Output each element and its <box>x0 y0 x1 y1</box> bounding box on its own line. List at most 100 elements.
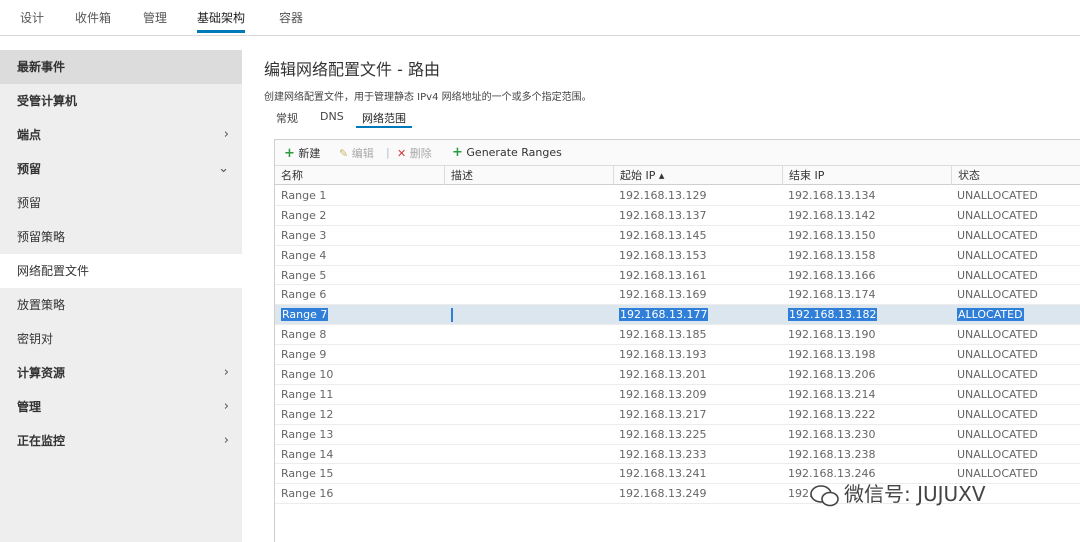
sidebar-item-reservations[interactable]: 预留 ⌄ <box>0 152 242 186</box>
tab-dns[interactable]: DNS <box>320 110 344 128</box>
sidebar-item-label: 最新事件 <box>17 60 66 74</box>
sidebar-item-endpoints[interactable]: 端点 › <box>0 118 242 152</box>
table-row[interactable]: Range 7 192.168.13.177 192.168.13.182 ALLOC… <box>275 305 1080 326</box>
tab-admin[interactable]: 管理 <box>143 9 167 33</box>
page-title: 编辑网络配置文件 - 路由 <box>264 60 440 79</box>
sidebar-item-reservation[interactable]: 预留 <box>0 186 242 220</box>
table-row[interactable]: Range 10 192.168.13.201 192.168.13.206 UNAL… <box>275 365 1080 385</box>
table-row[interactable]: Range 12 192.168.13.217 192.168.13.222 UNAL… <box>275 405 1080 425</box>
cell-name: Range 3 <box>281 228 327 242</box>
cell-description <box>444 405 450 424</box>
cell-name: Range 10 <box>281 368 334 382</box>
sidebar-item-label: 网络配置文件 <box>17 264 90 278</box>
tab-general[interactable]: 常规 <box>276 110 298 128</box>
cell-status: UNALLOCATED <box>957 189 1038 202</box>
sidebar-item-network-profiles[interactable]: 网络配置文件 <box>0 254 242 288</box>
cell-status: UNALLOCATED <box>957 407 1038 421</box>
cell-status: UNALLOCATED <box>957 288 1038 302</box>
cell-end-ip: 192.168.13.190 <box>788 328 876 342</box>
cell-start-ip: 192.168.13.153 <box>619 248 707 262</box>
generate-ranges-button[interactable]: + Generate Ranges <box>452 145 562 160</box>
sidebar-item-label: 管理 <box>17 400 42 414</box>
tab-containers[interactable]: 容器 <box>279 9 303 33</box>
cell-name: Range 7 <box>281 308 329 322</box>
chevron-right-icon: › <box>223 127 229 142</box>
column-header-description[interactable]: 描述 <box>444 166 613 185</box>
sidebar-item-managed-machines[interactable]: 受管计算机 <box>0 84 242 118</box>
sidebar-item-monitoring[interactable]: 正在监控 › <box>0 424 242 458</box>
delete-button[interactable]: ✕ 删除 <box>397 145 432 161</box>
cell-end-ip: 192.168.13.134 <box>788 189 876 202</box>
cell-status: UNALLOCATED <box>957 427 1038 441</box>
text-cursor <box>451 308 453 323</box>
sidebar-item-placement-policies[interactable]: 放置策略 <box>0 288 242 322</box>
sidebar-item-label: 计算资源 <box>17 366 66 380</box>
cell-description <box>444 484 450 503</box>
sidebar-item-recent-events[interactable]: 最新事件 <box>0 50 242 84</box>
column-header-start-ip[interactable]: 起始 IP ▴ <box>613 166 782 185</box>
new-button[interactable]: + 新建 <box>284 145 320 161</box>
plus-icon: + <box>452 145 463 160</box>
cell-end-ip: 192.168.13.230 <box>788 427 876 441</box>
chevron-right-icon: › <box>223 399 229 414</box>
cell-end-ip: 192.168.13.158 <box>788 248 876 262</box>
cell-description <box>444 285 450 304</box>
cell-description <box>444 425 450 444</box>
table-row[interactable]: Range 11 192.168.13.209 192.168.13.214 UNAL… <box>275 385 1080 405</box>
wechat-icon <box>810 484 839 506</box>
cell-end-ip: 192.168.13.150 <box>788 228 876 242</box>
sidebar-item-reservation-policies[interactable]: 预留策略 <box>0 220 242 254</box>
delete-button-label: 删除 <box>409 147 432 160</box>
grid-toolbar: + 新建 ✎ 编辑 | ✕ 删除 + Generate Ranges <box>275 140 1080 165</box>
sidebar-item-compute-resources[interactable]: 计算资源 › <box>0 356 242 390</box>
tab-design[interactable]: 设计 <box>20 9 44 33</box>
cell-name: Range 2 <box>281 208 327 222</box>
tab-inbox[interactable]: 收件箱 <box>75 9 111 33</box>
cell-name: Range 6 <box>281 288 327 302</box>
table-row[interactable]: Range 3 192.168.13.145 192.168.13.150 UNALL… <box>275 226 1080 246</box>
cell-description <box>444 226 450 245</box>
cell-start-ip: 192.168.13.249 <box>619 487 707 501</box>
cell-status: UNALLOCATED <box>957 248 1038 262</box>
cell-description <box>444 186 450 205</box>
top-nav: 设计 收件箱 管理 基础架构 容器 <box>0 0 1080 36</box>
cell-start-ip: 192.168.13.169 <box>619 288 707 302</box>
tab-infrastructure[interactable]: 基础架构 <box>197 9 246 33</box>
cell-status: UNALLOCATED <box>957 328 1038 342</box>
cell-description <box>444 305 450 324</box>
tab-network-ranges[interactable]: 网络范围 <box>356 110 412 128</box>
sidebar-item-label: 预留策略 <box>17 230 66 244</box>
sidebar-item-label: 放置策略 <box>17 298 66 312</box>
table-row[interactable]: Range 1 192.168.13.129 192.168.13.134 UNALL… <box>275 186 1080 206</box>
cell-end-ip: 192.168.13.238 <box>788 447 876 461</box>
grid-rows: Range 1 192.168.13.129 192.168.13.134 UNALL… <box>275 186 1080 505</box>
table-row[interactable]: Range 4 192.168.13.153 192.168.13.158 UNALL… <box>275 246 1080 266</box>
table-row[interactable]: Range 5 192.168.13.161 192.168.13.166 UNALL… <box>275 266 1080 286</box>
table-row[interactable]: Range 6 192.168.13.169 192.168.13.174 UNALL… <box>275 285 1080 306</box>
table-row[interactable]: Range 14 192.168.13.233 192.168.13.238 UNAL… <box>275 445 1080 465</box>
sidebar-item-management[interactable]: 管理 › <box>0 390 242 424</box>
watermark-text: 微信号: JUJUXV <box>844 482 986 506</box>
cell-start-ip: 192.168.13.177 <box>619 308 709 322</box>
sidebar-item-label: 正在监控 <box>17 434 66 448</box>
sidebar-item-label: 密钥对 <box>17 332 54 346</box>
cell-end-ip: 192.168.13.222 <box>788 407 876 421</box>
sidebar-item-label: 预留 <box>17 162 42 176</box>
sidebar-item-label: 端点 <box>17 128 42 142</box>
table-row[interactable]: Range 2 192.168.13.137 192.168.13.142 UNALL… <box>275 206 1080 226</box>
column-header-name[interactable]: 名称 <box>275 166 444 185</box>
cell-start-ip: 192.168.13.129 <box>619 189 707 202</box>
cell-start-ip: 192.168.13.233 <box>619 447 707 461</box>
table-row[interactable]: Range 9 192.168.13.193 192.168.13.198 UNALL… <box>275 345 1080 366</box>
cell-name: Range 11 <box>281 387 334 401</box>
column-header-end-ip[interactable]: 结束 IP <box>782 166 951 185</box>
cell-description <box>444 345 450 364</box>
grid-header: 名称 描述 起始 IP ▴ 结束 IP 状态 <box>275 165 1080 185</box>
cell-description <box>444 266 450 285</box>
table-row[interactable]: Range 8 192.168.13.185 192.168.13.190 UNALL… <box>275 325 1080 346</box>
sidebar-item-key-pairs[interactable]: 密钥对 <box>0 322 242 356</box>
column-header-status[interactable]: 状态 <box>951 166 1080 185</box>
table-row[interactable]: Range 13 192.168.13.225 192.168.13.230 UNAL… <box>275 425 1080 445</box>
edit-button[interactable]: ✎ 编辑 <box>339 145 374 161</box>
cell-description <box>444 325 450 344</box>
